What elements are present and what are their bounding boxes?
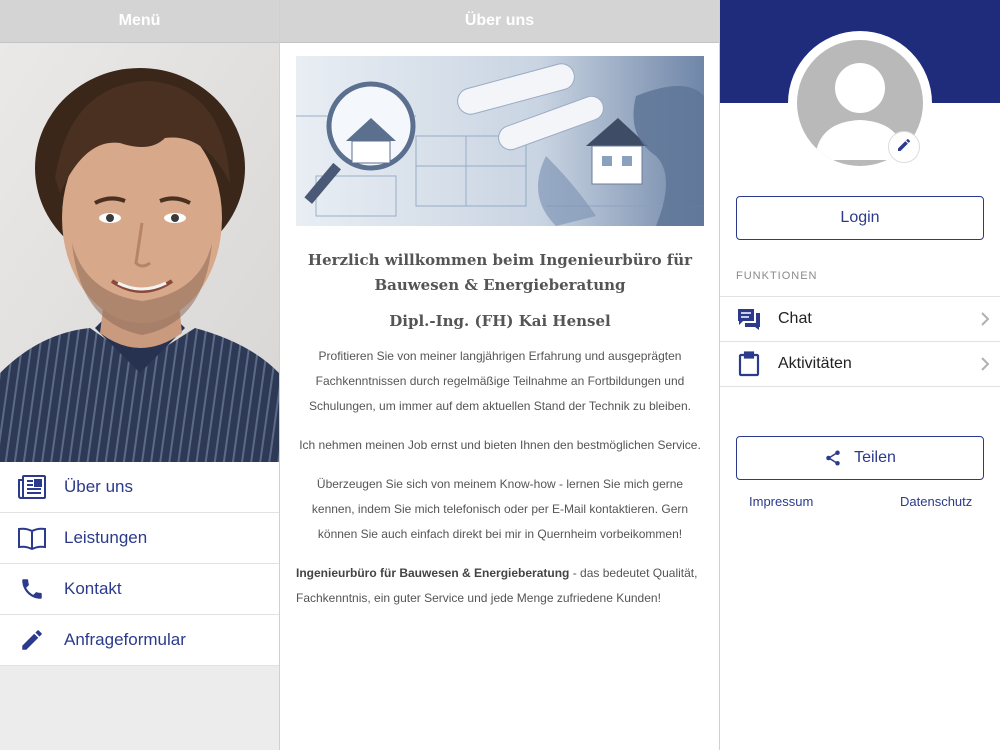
- menu-item-label: Kontakt: [64, 579, 122, 598]
- functions-list: Chat Aktivitäten: [720, 296, 1000, 387]
- owner-portrait: [0, 43, 279, 462]
- pencil-icon: [0, 627, 64, 653]
- about-panel: Über uns Herzlich willkommen beim Ingeni…: [280, 0, 720, 750]
- about-content: Herzlich willkommen beim Ingenieurbüro f…: [296, 248, 704, 611]
- clipboard-icon: [720, 351, 778, 377]
- function-item-aktivitaeten[interactable]: Aktivitäten: [720, 342, 1000, 387]
- login-button[interactable]: Login: [736, 196, 984, 240]
- impressum-link[interactable]: Impressum: [749, 494, 813, 509]
- chevron-right-icon: [970, 356, 1000, 372]
- function-label: Aktivitäten: [778, 355, 852, 372]
- welcome-heading: Herzlich willkommen beim Ingenieurbüro f…: [296, 248, 704, 298]
- share-label: Teilen: [854, 449, 896, 466]
- engineer-name: Dipl.-Ing. (FH) Kai Hensel: [389, 312, 611, 330]
- menu-header: Menü: [0, 0, 279, 43]
- menu-item-label: Leistungen: [64, 528, 148, 547]
- menu-item-anfrageformular[interactable]: Anfrageformular: [0, 615, 279, 666]
- newspaper-icon: [0, 474, 64, 500]
- main-menu: Über uns Leistungen Kontakt Anfrageformu…: [0, 462, 279, 666]
- share-icon: [824, 449, 842, 467]
- chat-icon: [720, 307, 778, 331]
- datenschutz-link[interactable]: Datenschutz: [900, 494, 972, 509]
- company-name-bold: Ingenieurbüro für Bauwesen & Energiebera…: [296, 566, 570, 580]
- menu-item-leistungen[interactable]: Leistungen: [0, 513, 279, 564]
- edit-avatar-button[interactable]: [888, 131, 920, 163]
- function-label: Chat: [778, 310, 812, 327]
- account-panel: Login FUNKTIONEN Chat Aktivitäten Teilen…: [720, 0, 1000, 750]
- about-header: Über uns: [280, 0, 719, 43]
- about-paragraph-3: Überzeugen Sie sich von meinem Know-how …: [311, 477, 689, 541]
- welcome-line-2: Bauwesen & Energieberatung: [374, 276, 626, 294]
- menu-panel: Menü Über uns Leistungen Kontakt Anfrage…: [0, 0, 280, 750]
- chevron-right-icon: [970, 311, 1000, 327]
- share-button[interactable]: Teilen: [736, 436, 984, 480]
- menu-item-label: Über uns: [64, 477, 133, 496]
- phone-icon: [0, 576, 64, 602]
- menu-item-label: Anfrageformular: [64, 630, 186, 649]
- welcome-line-1: Herzlich willkommen beim Ingenieurbüro f…: [307, 251, 693, 269]
- architecture-banner-image: [296, 56, 704, 226]
- about-paragraph-2: Ich nehmen meinen Job ernst und bieten I…: [299, 438, 701, 452]
- pencil-icon: [896, 137, 912, 158]
- functions-section-label: FUNKTIONEN: [736, 270, 818, 282]
- menu-item-kontakt[interactable]: Kontakt: [0, 564, 279, 615]
- menu-item-ueber-uns[interactable]: Über uns: [0, 462, 279, 513]
- about-paragraph-1: Profitieren Sie von meiner langjährigen …: [308, 349, 691, 413]
- book-icon: [0, 526, 64, 550]
- about-paragraph-4: Ingenieurbüro für Bauwesen & Energiebera…: [296, 561, 704, 611]
- function-item-chat[interactable]: Chat: [720, 297, 1000, 342]
